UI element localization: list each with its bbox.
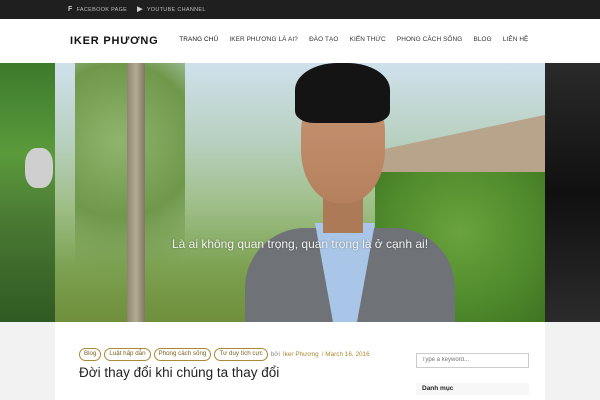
hair <box>295 63 390 123</box>
post-preview: Blog Luật hấp dẫn Phong cách sống Tư duy… <box>79 348 379 380</box>
search-input[interactable] <box>416 352 529 368</box>
main-nav: TRANG CHỦ IKER PHƯƠNG LÀ AI? ĐÀO TẠO KIẾ… <box>174 36 534 43</box>
nav-item-home[interactable]: TRANG CHỦ <box>174 36 224 43</box>
hero-banner: Là ai không quan trọng, quan trọng là ở … <box>0 63 600 322</box>
post-by-label: bởi <box>270 350 280 358</box>
youtube-channel-link[interactable]: ▶ YOUTUBE CHANNEL <box>137 6 206 13</box>
tree-trunk <box>127 63 145 322</box>
hero-right-bark <box>545 63 600 322</box>
nav-item-lifestyle[interactable]: PHONG CÁCH SỐNG <box>391 36 468 43</box>
hero-left-foliage <box>0 63 55 322</box>
nav-item-blog[interactable]: BLOG <box>468 36 497 43</box>
youtube-channel-label: YOUTUBE CHANNEL <box>146 6 206 13</box>
sidebar: Danh mục <box>416 348 529 395</box>
nav-item-contact[interactable]: LIÊN HỆ <box>497 36 534 43</box>
content-area: Blog Luật hấp dẫn Phong cách sống Tư duy… <box>55 322 545 400</box>
hero-tagline: Là ai không quan trọng, quan trọng là ở … <box>171 237 429 251</box>
site-header: IKER PHƯƠNG TRANG CHỦ IKER PHƯƠNG LÀ AI?… <box>0 19 600 63</box>
nav-item-knowledge[interactable]: KIẾN THỨC <box>344 36 391 43</box>
facebook-icon: f <box>68 6 73 13</box>
facebook-page-link[interactable]: f FACEBOOK PAGE <box>68 6 127 13</box>
facebook-page-label: FACEBOOK PAGE <box>76 6 128 13</box>
site-logo[interactable]: IKER PHƯƠNG <box>70 35 158 47</box>
tag-lifestyle[interactable]: Phong cách sống <box>153 348 212 361</box>
nav-item-training[interactable]: ĐÀO TẠO <box>303 36 344 43</box>
tag-law-of-attraction[interactable]: Luật hấp dẫn <box>104 348 151 361</box>
post-meta: Blog Luật hấp dẫn Phong cách sống Tư duy… <box>79 348 379 361</box>
nav-item-about[interactable]: IKER PHƯƠNG LÀ AI? <box>224 36 304 43</box>
portrait-person <box>245 63 455 322</box>
tag-blog[interactable]: Blog <box>79 348 102 361</box>
top-bar: f FACEBOOK PAGE ▶ YOUTUBE CHANNEL <box>0 0 600 19</box>
youtube-icon: ▶ <box>137 6 143 13</box>
post-author-link[interactable]: Iker Phương <box>283 351 319 358</box>
tag-positive-thinking[interactable]: Tư duy tích cực <box>214 348 268 361</box>
categories-widget-title: Danh mục <box>416 382 529 395</box>
hero-photo <box>55 63 545 322</box>
post-title[interactable]: Đời thay đổi khi chúng ta thay đổi <box>79 365 379 380</box>
post-date: / March 16, 2016 <box>321 350 370 358</box>
